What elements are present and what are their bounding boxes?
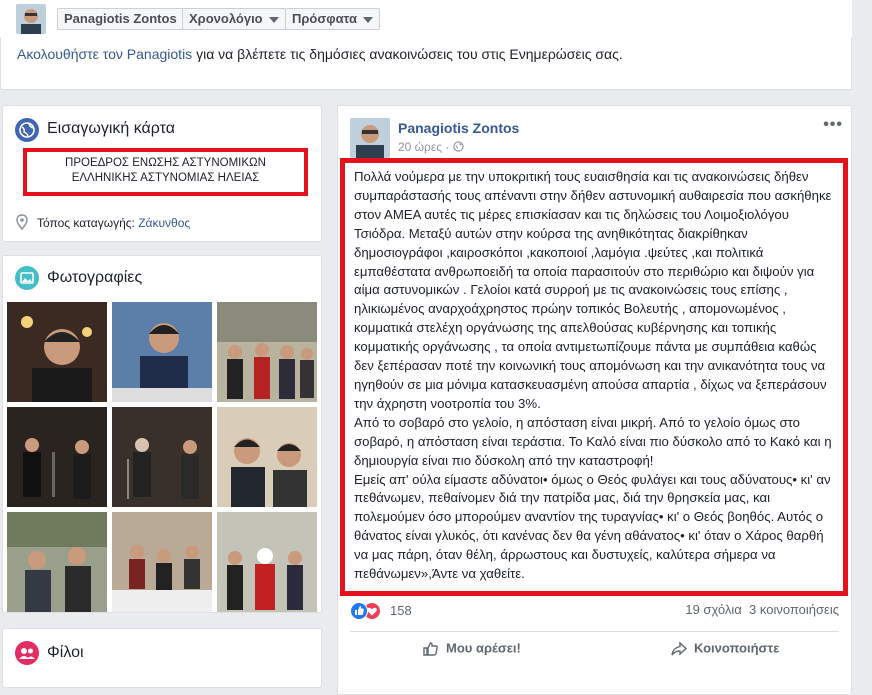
hometown-link[interactable]: Ζάκυνθος bbox=[138, 216, 190, 230]
photo-thumbnail[interactable] bbox=[217, 407, 317, 507]
photo-thumbnail[interactable] bbox=[7, 407, 107, 507]
follow-notice-text: για να βλέπετε τις δημόσιες ανακοινώσεις… bbox=[192, 46, 623, 62]
friends-icon bbox=[15, 641, 39, 665]
hometown-label: Τόπος καταγωγής: bbox=[37, 216, 139, 230]
photo-thumbnail[interactable] bbox=[217, 512, 317, 612]
tab-recent-label: Πρόσφατα bbox=[292, 11, 357, 26]
share-button[interactable]: Κοινοποιήστε bbox=[670, 640, 779, 658]
tab-timeline-label: Χρονολόγιο bbox=[189, 11, 263, 26]
post-paragraph: Πολλά νούμερα με την υποκριτική τους ευα… bbox=[354, 169, 832, 411]
post-author-avatar[interactable] bbox=[350, 118, 390, 158]
chevron-down-icon bbox=[268, 16, 279, 23]
profile-avatar-small[interactable] bbox=[16, 4, 46, 34]
tab-timeline[interactable]: Χρονολόγιο bbox=[182, 8, 286, 30]
post-paragraph: Από το σοβαρό στο γελοίο, η απόσταση είν… bbox=[354, 414, 832, 468]
tab-recent[interactable]: Πρόσφατα bbox=[285, 8, 380, 30]
friends-card: Φίλοι bbox=[2, 628, 322, 688]
intro-card: Εισαγωγική κάρτα ΠΡΟΕΔΡΟΣ ΕΝΩΣΗΣ ΑΣΤΥΝΟΜ… bbox=[2, 105, 322, 242]
chevron-down-icon bbox=[363, 16, 373, 23]
engagement-counts: 19 σχόλια 3 κοινοποιήσεις bbox=[685, 602, 839, 617]
follow-link[interactable]: Ακολουθήστε τον Panagiotis bbox=[17, 46, 192, 62]
bio-line-1: ΠΡΟΕΔΡΟΣ ΕΝΩΣΗΣ ΑΣΤΥΝΟΜΙΚΩΝ bbox=[65, 157, 266, 169]
like-button-label: Μου αρέσει! bbox=[446, 640, 521, 656]
hometown: Τόπος καταγωγής: Ζάκυνθος bbox=[37, 216, 190, 230]
photos-card: Φωτογραφίες bbox=[2, 255, 322, 613]
profile-name-label: Panagiotis Zontos bbox=[64, 11, 177, 26]
photo-thumbnail[interactable] bbox=[112, 407, 212, 507]
post-card: Panagiotis Zontos 20 ώρες · ••• Πολλά νο… bbox=[337, 105, 852, 695]
profile-header-bar: Panagiotis Zontos Χρονολόγιο Πρόσφατα bbox=[0, 0, 852, 38]
photo-thumbnail[interactable] bbox=[112, 302, 212, 402]
share-button-label: Κοινοποιήστε bbox=[694, 640, 780, 656]
like-button[interactable]: Μου αρέσει! bbox=[422, 640, 521, 658]
intro-title: Εισαγωγική κάρτα bbox=[47, 120, 176, 137]
post-options-icon[interactable]: ••• bbox=[823, 116, 843, 134]
post-time-label: 20 ώρες · bbox=[398, 140, 450, 154]
photo-thumbnail[interactable] bbox=[112, 512, 212, 612]
follow-notice: Ακολουθήστε τον Panagiotis για να βλέπετ… bbox=[17, 46, 623, 62]
bio-line-2: ΕΛΛΗΝΙΚΗΣ ΑΣΤΥΝΟΜΙΑΣ ΗΛΕΙΑΣ bbox=[71, 172, 260, 184]
reaction-count: 158 bbox=[390, 603, 412, 618]
post-author-name[interactable]: Panagiotis Zontos bbox=[398, 120, 519, 136]
post-action-bar: Μου αρέσει! Κοινοποιήστε bbox=[350, 631, 839, 668]
bio-highlight: ΠΡΟΕΔΡΟΣ ΕΝΩΣΗΣ ΑΣΤΥΝΟΜΙΚΩΝ ΕΛΛΗΝΙΚΗΣ ΑΣ… bbox=[23, 148, 308, 196]
globe-icon bbox=[15, 118, 39, 142]
shares-count-link[interactable]: 3 κοινοποιήσεις bbox=[749, 602, 839, 617]
photos-icon bbox=[15, 266, 39, 290]
post-text-highlight: Πολλά νούμερα με την υποκριτική τους ευα… bbox=[340, 158, 848, 596]
thumbs-up-icon bbox=[423, 642, 438, 656]
globe-privacy-icon bbox=[453, 141, 464, 152]
friends-title: Φίλοι bbox=[47, 644, 84, 661]
location-pin-icon bbox=[15, 214, 29, 235]
comments-count-link[interactable]: 19 σχόλια bbox=[685, 602, 741, 617]
post-paragraph: Εμείς απ' ούλα είμαστε αδύνατοι• όμως ο … bbox=[354, 471, 831, 582]
photo-thumbnail[interactable] bbox=[7, 302, 107, 402]
profile-name-button[interactable]: Panagiotis Zontos bbox=[57, 8, 184, 30]
photos-title: Φωτογραφίες bbox=[47, 269, 143, 286]
post-timestamp[interactable]: 20 ώρες · bbox=[398, 140, 464, 154]
photo-thumbnail[interactable] bbox=[7, 512, 107, 612]
like-reaction-icon bbox=[350, 602, 368, 620]
share-arrow-icon bbox=[671, 641, 688, 656]
photo-thumbnail[interactable] bbox=[217, 302, 317, 402]
follow-notice-card: Ακολουθήστε τον Panagiotis για να βλέπετ… bbox=[0, 38, 852, 90]
